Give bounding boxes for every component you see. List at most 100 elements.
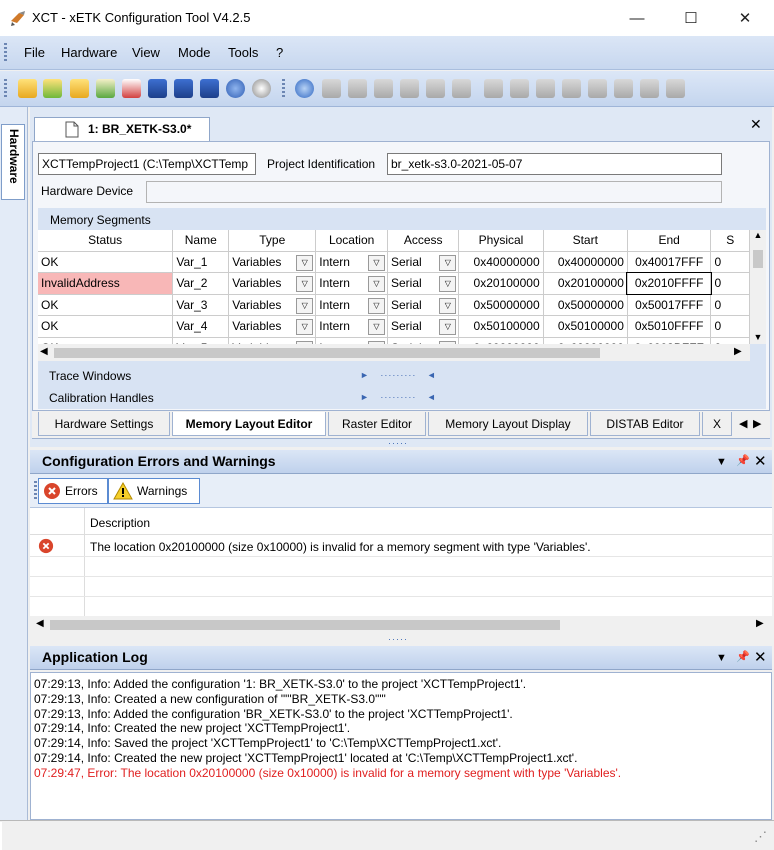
size-cell[interactable]: 0 <box>710 294 750 316</box>
dropdown-arrow-icon[interactable]: ▽ <box>439 254 457 271</box>
close-window-button[interactable]: ✕ <box>722 0 768 36</box>
open-project-icon[interactable] <box>43 79 62 98</box>
scroll-right-icon[interactable]: ▶ <box>734 346 742 357</box>
save-as-icon[interactable] <box>174 79 193 98</box>
tab-memory-layout-editor[interactable]: Memory Layout Editor <box>172 412 326 436</box>
type-cell[interactable]: Variables▽ <box>228 337 317 344</box>
device-reset-icon[interactable] <box>640 79 659 98</box>
status-cell[interactable]: OK <box>38 315 174 338</box>
tab-x[interactable]: X <box>702 412 732 436</box>
application-log[interactable]: 07:29:13, Info: Added the configuration … <box>30 672 772 820</box>
upload-icon[interactable] <box>348 79 367 98</box>
tab-memory-layout-display[interactable]: Memory Layout Display <box>428 412 588 436</box>
dropdown-arrow-icon[interactable]: ▽ <box>296 276 314 292</box>
toolbar-grip[interactable] <box>4 79 7 99</box>
end-cell[interactable]: 0x2010FFFF <box>626 271 712 295</box>
dropdown-arrow-icon[interactable]: ▽ <box>296 297 314 314</box>
maximize-button[interactable]: ☐ <box>668 0 714 36</box>
location-cell[interactable]: Intern ▽ <box>315 251 388 273</box>
errors-horizontal-scrollbar[interactable]: ◀ ▶ <box>30 616 772 634</box>
splitter-handle-icon[interactable]: ····· <box>388 438 408 448</box>
dropdown-arrow-icon[interactable]: ▽ <box>296 319 314 335</box>
splitter-handle-icon-2[interactable]: ····· <box>388 634 408 644</box>
log-panel-menu-icon[interactable]: ▼ <box>716 652 727 664</box>
start-cell[interactable]: 0x50000000 <box>543 294 628 316</box>
dropdown-arrow-icon[interactable]: ▽ <box>368 297 385 314</box>
tab-hardware-settings[interactable]: Hardware Settings <box>38 412 170 436</box>
error-description[interactable]: The location 0x20100000 (size 0x10000) i… <box>90 540 591 554</box>
warnings-filter-button[interactable]: Warnings <box>108 478 200 504</box>
column-header-size[interactable]: S <box>710 230 750 252</box>
hardware-side-tab[interactable]: Hardware <box>1 124 25 200</box>
access-cell[interactable]: Serial▽ <box>387 272 460 295</box>
name-cell[interactable]: Var_2 <box>172 272 230 295</box>
tab-scroll-left-icon[interactable]: ◀ <box>739 417 747 430</box>
device-export-icon[interactable] <box>666 79 685 98</box>
menu-grip[interactable] <box>4 43 7 63</box>
errors-scroll-left-icon[interactable]: ◀ <box>36 618 44 629</box>
tab-raster-editor[interactable]: Raster Editor <box>328 412 426 436</box>
errors-column-description[interactable]: Description <box>90 516 150 530</box>
errors-scroll-right-icon[interactable]: ▶ <box>756 618 764 629</box>
status-cell[interactable]: OK <box>38 251 174 273</box>
menu-tools[interactable]: Tools <box>228 45 258 60</box>
calibration-handles-expander-icon[interactable]: ► ········· ◄ <box>360 392 437 402</box>
panel-menu-icon[interactable]: ▼ <box>716 456 727 468</box>
start-cell[interactable]: 0x60000000 <box>543 337 628 344</box>
project-identification-input[interactable]: br_xetk-s3.0-2021-05-07 <box>387 153 722 175</box>
column-header-start[interactable]: Start <box>543 230 628 252</box>
size-cell[interactable]: 0 <box>710 337 750 344</box>
physical-cell[interactable]: 0x50100000 <box>458 315 544 338</box>
status-cell[interactable]: OK <box>38 294 174 316</box>
physical-cell[interactable]: 0x40000000 <box>458 251 544 273</box>
import-icon[interactable] <box>96 79 115 98</box>
name-cell[interactable]: Var_3 <box>172 294 230 316</box>
dropdown-arrow-icon[interactable]: ▽ <box>368 319 385 335</box>
physical-cell[interactable]: 0x50000000 <box>458 294 544 316</box>
grid-vertical-scrollbar[interactable]: ▲ ▼ <box>750 230 766 344</box>
grid-horizontal-thumb[interactable] <box>54 348 600 358</box>
device-check-icon[interactable] <box>614 79 633 98</box>
hierarchy-icon[interactable] <box>510 79 529 98</box>
trace-windows-expander-icon[interactable]: ► ········· ◄ <box>360 370 437 380</box>
access-cell[interactable]: Serial▽ <box>387 337 460 344</box>
new-project-icon[interactable] <box>18 79 37 98</box>
status-cell[interactable]: OK <box>38 337 174 344</box>
device-icon[interactable] <box>562 79 581 98</box>
edit-icon[interactable] <box>484 79 503 98</box>
end-cell[interactable]: 0x40017FFF <box>627 251 712 273</box>
access-cell[interactable]: Serial▽ <box>387 251 460 273</box>
trace-windows-row[interactable]: Trace Windows ► ········· ◄ <box>38 365 766 387</box>
table-row[interactable]: OK Var_3 Variables ▽ Intern ▽ Serial ▽ 0x5000000… <box>38 294 750 316</box>
table-row[interactable]: OKVar_5Variables▽Intern▽Serial▽0x6000000… <box>38 337 750 344</box>
location-cell[interactable]: Intern ▽ <box>315 315 388 338</box>
name-cell[interactable]: Var_1 <box>172 251 230 273</box>
name-cell[interactable]: Var_4 <box>172 315 230 338</box>
project-path-field[interactable]: XCTTempProject1 (C:\Temp\XCTTemp <box>38 153 256 175</box>
column-header-location[interactable]: Location <box>315 230 388 252</box>
device-settings-icon[interactable] <box>588 79 607 98</box>
calibration-handles-row[interactable]: Calibration Handles ► ········· ◄ <box>38 387 766 409</box>
dropdown-arrow-icon[interactable]: ▽ <box>368 254 385 271</box>
menu-file[interactable]: File <box>24 45 45 60</box>
pin-icon[interactable]: 📌 <box>736 454 750 467</box>
column-header-physical[interactable]: Physical <box>458 230 544 252</box>
access-cell[interactable]: Serial▽ <box>387 294 460 316</box>
close-document-button[interactable]: ✕ <box>750 116 762 133</box>
type-cell[interactable]: Variables▽ <box>228 251 317 273</box>
scroll-up-icon[interactable]: ▲ <box>750 230 766 240</box>
location-cell[interactable]: Intern ▽ <box>315 272 388 295</box>
location-cell[interactable]: Intern ▽ <box>315 294 388 316</box>
compare-icon[interactable] <box>452 79 471 98</box>
dropdown-arrow-icon[interactable]: ▽ <box>439 319 457 335</box>
pdf-export-icon[interactable] <box>122 79 141 98</box>
close-panel-icon[interactable]: ✕ <box>754 452 767 470</box>
save-icon[interactable] <box>148 79 167 98</box>
column-header-type[interactable]: Type <box>228 230 317 252</box>
size-cell[interactable]: 0 <box>710 315 750 338</box>
size-cell[interactable]: 0 <box>710 251 750 273</box>
scroll-left-icon[interactable]: ◀ <box>40 346 48 357</box>
tab-scroll-right-icon[interactable]: ▶ <box>753 417 761 430</box>
flash-icon[interactable] <box>400 79 419 98</box>
errors-horizontal-thumb[interactable] <box>50 620 560 630</box>
